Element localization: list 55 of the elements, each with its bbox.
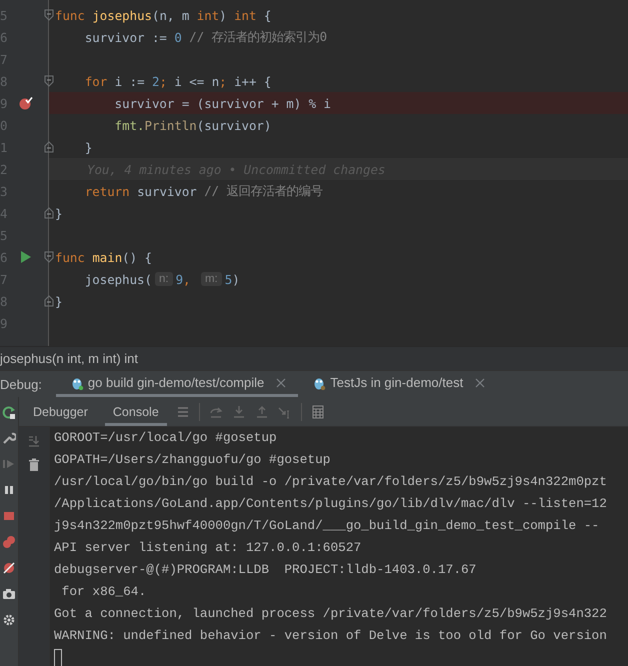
fold-icon[interactable] [44,251,54,263]
fold-icon[interactable] [44,75,54,87]
console-line: API server listening at: 127.0.0.1:60527 [54,539,362,557]
code-text: 9 [176,272,184,286]
code-line: survivor := 0 // 存活者的初始索引为0 [84,28,328,46]
trash-icon[interactable] [27,458,41,472]
pause-icon[interactable] [2,483,16,497]
code-line: fmt.Println(survivor) [114,116,272,134]
parameter-hint: n: [154,272,173,286]
panel-tab[interactable]: Debugger [25,397,96,426]
debug-label: Debug: [0,376,42,392]
scroll-to-end-icon[interactable] [27,434,41,448]
stop-icon[interactable] [2,509,16,523]
calculator-icon[interactable] [310,404,325,418]
breakpoint-icon[interactable] [19,96,33,110]
close-icon[interactable] [473,376,488,390]
fold-icon[interactable] [44,141,54,153]
code-line: return survivor // 返回存活者的编号 [84,182,324,200]
debug-tab[interactable]: TestJs in gin-demo/test [298,371,498,397]
console-line: /usr/local/go/bin/go build -o /private/var/folders/z5/b9w5zj9s4n322m0pzt [54,473,607,491]
fold-icon[interactable] [44,295,54,307]
console-line: GOROOT=/usr/local/go #gosetup [54,429,277,447]
breakpoints-icon[interactable] [2,535,16,549]
settings-icon[interactable] [2,613,16,627]
code-line: func josephus(n, m int) int { [49,4,628,26]
mute-breakpoints-icon[interactable] [2,561,16,575]
code-line: } [49,136,628,158]
code-text: 5 [224,272,232,286]
console-line: /Applications/GoLand.app/Contents/plugins/go/lib/dlv/mac/dlv --listen=12 [54,495,607,513]
list-icon[interactable] [176,404,190,418]
code-line: } [49,290,628,312]
close-icon[interactable] [274,376,288,390]
console-line: debugserver-@(#)PROGRAM:LLDB PROJECT:lldb-1403.0.17.67 [54,561,476,579]
code-text: josephus( [84,272,152,286]
code-line: func main() { [49,246,628,268]
breadcrumb-text: josephus(n int, m int) int [0,351,138,366]
camera-icon[interactable] [2,587,16,601]
rerun-icon[interactable] [2,405,16,419]
code-line: for i := 2; i <= n; i++ { [49,70,628,92]
text-cursor [54,649,62,666]
console-line: WARNING: undefined behavior - version of Delve is too old for Go version [54,627,607,645]
console-line: Got a connection, launched process /private/var/folders/z5/b9w5zj9s4n322 [54,605,607,623]
console-line: for x86_64. [60,583,146,601]
fold-icon[interactable] [44,207,54,219]
code-text: ) [232,272,240,286]
console-line: j9s4n322m0pzt95hwf40000gn/T/GoLand/___go_build_gin_demo_test_compile -- [54,517,600,535]
wrench-icon[interactable] [2,431,16,445]
code-line: } [49,202,628,224]
gopher-icon [312,376,326,390]
code-text: , [183,272,192,286]
parameter-hint: m: [200,272,222,286]
console-line: GOPATH=/Users/zhangguofu/go #gosetup [54,451,330,469]
run-icon[interactable] [19,250,33,264]
gopher-icon [70,376,84,390]
fold-icon[interactable] [44,9,54,21]
